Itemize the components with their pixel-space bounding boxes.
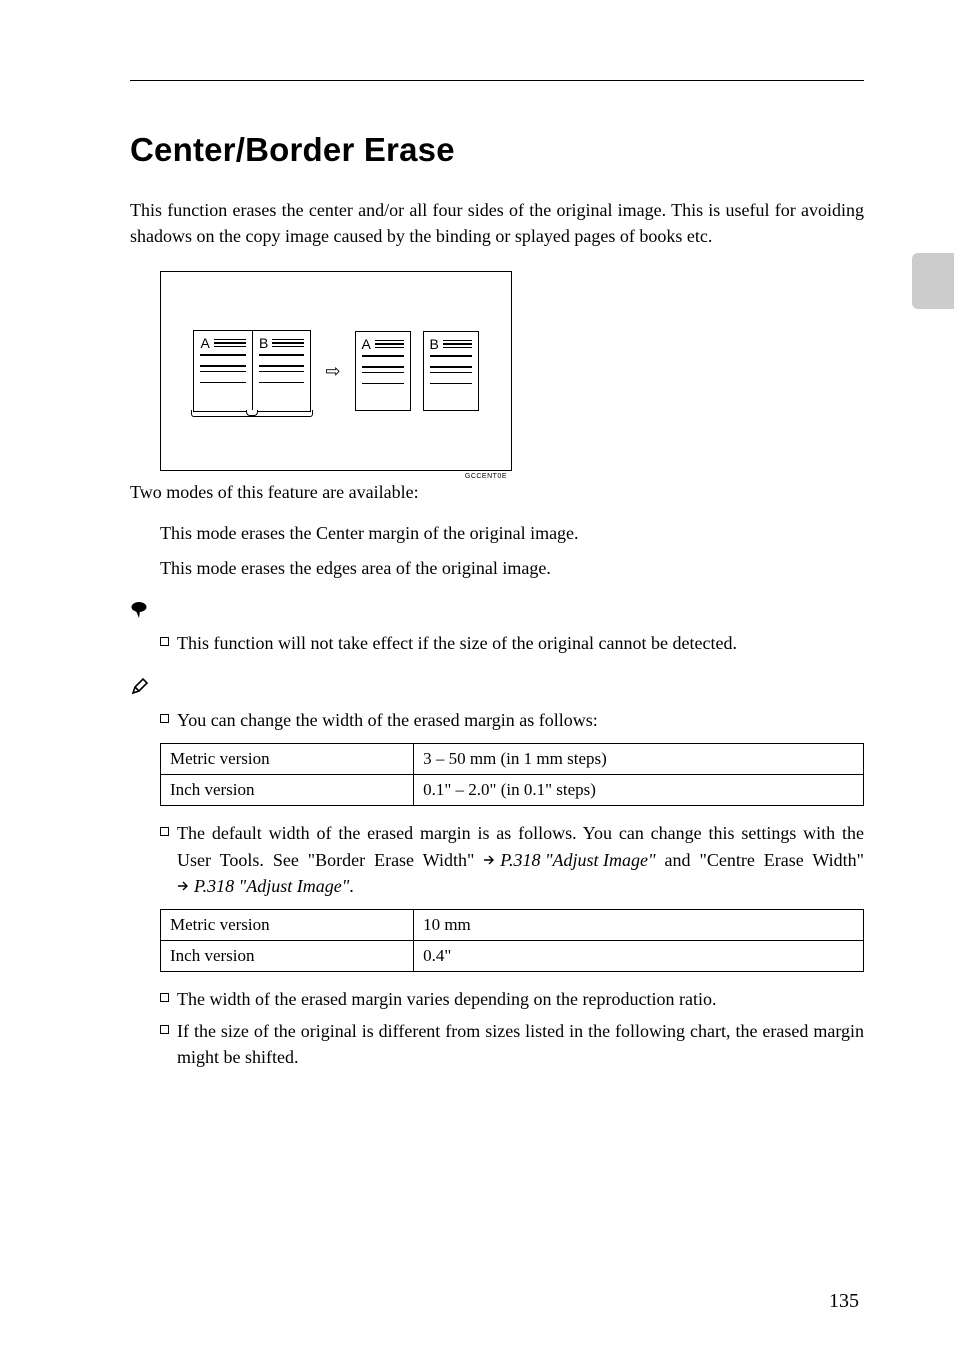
page-heading-a: A — [362, 337, 404, 351]
text-line — [430, 355, 472, 357]
text-line — [362, 372, 404, 374]
note-text-1: You can change the width of the erased m… — [177, 707, 598, 733]
note-bullet-2: The default width of the erased margin i… — [160, 820, 864, 898]
text-line — [430, 372, 472, 374]
arrow-right-icon: ⇨ — [325, 362, 340, 380]
text-line — [362, 355, 404, 357]
text-line — [200, 365, 246, 367]
text-line — [362, 366, 404, 368]
thumb-tab — [912, 253, 954, 309]
note-block: You can change the width of the erased m… — [130, 678, 864, 1070]
note-and: and "Centre Erase Width" — [665, 850, 864, 870]
square-bullet-icon — [160, 827, 169, 836]
reference-icon — [483, 854, 497, 866]
page: Center/Border Erase This function erases… — [0, 0, 954, 1348]
limitation-block: This function will not take effect if th… — [130, 601, 864, 656]
note-text-4: If the size of the original is different… — [177, 1018, 864, 1070]
blank-line — [362, 361, 404, 363]
cross-reference: P.318 "Adjust Image" — [177, 873, 349, 899]
table-row: Metric version 10 mm — [161, 909, 864, 940]
ref-text: P.318 "Adjust Image" — [500, 847, 655, 873]
square-bullet-icon — [160, 714, 169, 723]
text-line — [430, 383, 472, 385]
table-row: Inch version 0.1" – 2.0" (in 0.1" steps) — [161, 775, 864, 806]
table-row: Inch version 0.4" — [161, 940, 864, 971]
limitation-bullet: This function will not take effect if th… — [160, 630, 864, 656]
book-spine-icon — [246, 410, 258, 416]
text-line — [362, 383, 404, 385]
cell-value: 3 – 50 mm (in 1 mm steps) — [414, 744, 864, 775]
blank-line — [200, 376, 246, 378]
period: . — [349, 876, 354, 896]
cell-value: 0.1" – 2.0" (in 0.1" steps) — [414, 775, 864, 806]
text-line — [259, 365, 305, 367]
cell-label: Inch version — [161, 775, 414, 806]
default-width-table: Metric version 10 mm Inch version 0.4" — [160, 909, 864, 972]
figure-inner: A B — [161, 272, 511, 470]
cell-label: Inch version — [161, 940, 414, 971]
text-line — [200, 354, 246, 356]
square-bullet-icon — [160, 1025, 169, 1034]
text-line — [430, 366, 472, 368]
blank-line — [430, 377, 472, 379]
text-line — [259, 354, 305, 356]
blank-line — [259, 376, 305, 378]
letter-b: B — [259, 336, 268, 350]
heading-lines-icon — [443, 340, 472, 349]
intro-paragraph: This function erases the center and/or a… — [130, 197, 864, 249]
copy-sheet-a: A — [355, 331, 411, 411]
page-heading-b: B — [259, 336, 305, 350]
note-text-3: The width of the erased margin varies de… — [177, 986, 717, 1012]
cell-label: Metric version — [161, 744, 414, 775]
output-sheets: A B — [355, 331, 479, 411]
copy-sheet-b: B — [423, 331, 479, 411]
book-page-b: B — [252, 331, 311, 411]
mode-border-body: This mode erases the edges area of the o… — [160, 558, 864, 579]
book-page-a: A — [194, 331, 252, 411]
blank-line — [430, 361, 472, 363]
cross-reference: P.318 "Adjust Image" — [483, 847, 655, 873]
letter-b: B — [430, 337, 439, 351]
top-rule — [130, 80, 864, 81]
page-heading-b: B — [430, 337, 472, 351]
width-range-table: Metric version 3 – 50 mm (in 1 mm steps)… — [160, 743, 864, 806]
figure-label: GCCENT0E — [465, 473, 507, 480]
square-bullet-icon — [160, 637, 169, 646]
ref-text-2: P.318 "Adjust Image" — [194, 873, 349, 899]
cell-label: Metric version — [161, 909, 414, 940]
heading-lines-icon — [214, 339, 246, 348]
text-line — [200, 382, 246, 384]
note-bullet-1: You can change the width of the erased m… — [160, 707, 864, 733]
text-line — [200, 371, 246, 373]
page-heading-a: A — [200, 336, 246, 350]
figure-box: A B — [160, 271, 512, 471]
note-bullet-3: The width of the erased margin varies de… — [160, 986, 864, 1012]
blank-line — [362, 377, 404, 379]
page-title: Center/Border Erase — [130, 131, 864, 169]
heading-lines-icon — [375, 340, 404, 349]
heading-lines-icon — [272, 339, 304, 348]
note-icon — [130, 678, 148, 696]
limitation-text: This function will not take effect if th… — [177, 630, 737, 656]
square-bullet-icon — [160, 993, 169, 1002]
cell-value: 0.4" — [414, 940, 864, 971]
letter-a: A — [362, 337, 371, 351]
note-bullet-4: If the size of the original is different… — [160, 1018, 864, 1070]
text-line — [259, 382, 305, 384]
limitation-icon — [130, 601, 148, 619]
book-original: A B — [193, 330, 311, 412]
text-line — [259, 371, 305, 373]
page-number: 135 — [829, 1290, 859, 1313]
table-row: Metric version 3 – 50 mm (in 1 mm steps) — [161, 744, 864, 775]
blank-line — [259, 360, 305, 362]
mode-center-body: This mode erases the Center margin of th… — [160, 523, 864, 544]
cell-value: 10 mm — [414, 909, 864, 940]
note-text-2: The default width of the erased margin i… — [177, 820, 864, 898]
modes-intro: Two modes of this feature are available: — [130, 479, 864, 505]
reference-icon — [177, 880, 191, 892]
letter-a: A — [200, 336, 209, 350]
blank-line — [200, 360, 246, 362]
